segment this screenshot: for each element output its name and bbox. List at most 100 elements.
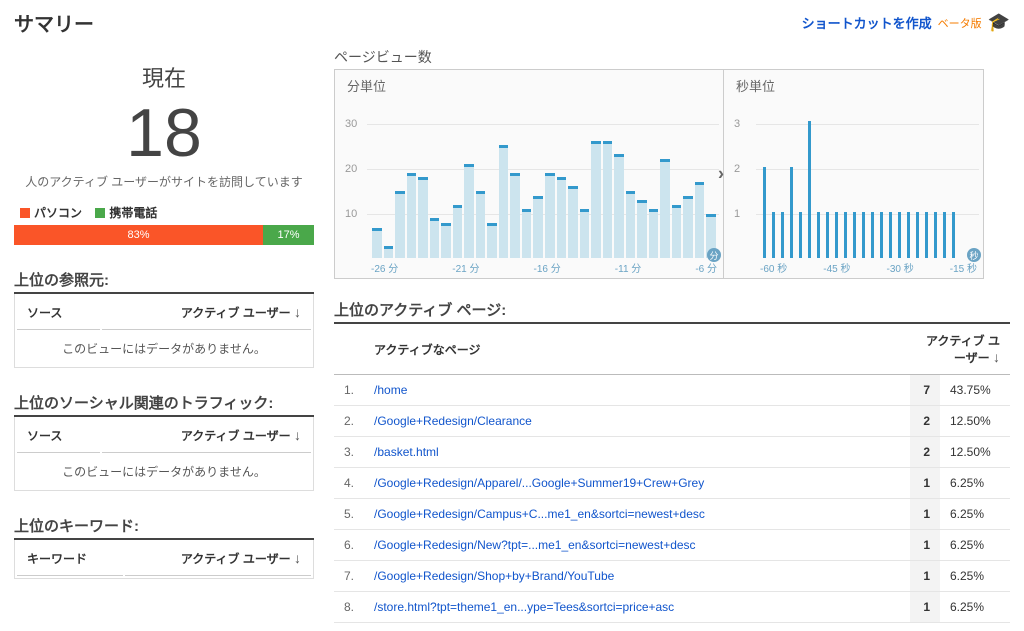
col-active-users[interactable]: アクティブ ユーザー ↓: [910, 324, 1010, 375]
user-pct: 12.50%: [940, 406, 1010, 437]
col-users[interactable]: アクティブ ユーザー ↓: [125, 542, 311, 576]
table-row: 5./Google+Redesign/Campus+C...me1_en&sor…: [334, 499, 1010, 530]
chart-bar: [453, 205, 463, 258]
chart-bar: [672, 205, 682, 258]
chart-bar: [580, 209, 590, 258]
chart-bar: [568, 186, 578, 258]
device-legend: パソコン 携帯電話: [20, 204, 314, 221]
user-pct: 6.25%: [940, 592, 1010, 623]
sort-desc-icon: ↓: [294, 427, 301, 443]
top-referrers-title: 上位の参照元:: [14, 269, 314, 294]
chart-bar: [649, 209, 659, 258]
table-row: 4./Google+Redesign/Apparel/...Google+Sum…: [334, 468, 1010, 499]
create-shortcut-link[interactable]: ショートカットを作成: [802, 13, 932, 32]
chart-bar: [781, 212, 784, 258]
unit-bubble-sec: 秒: [967, 248, 981, 262]
chart-bar: [889, 212, 892, 258]
chart-bar: [476, 191, 486, 258]
chart-bar: [384, 246, 394, 258]
chart-bar: [907, 212, 910, 258]
chart-bar: [871, 212, 874, 258]
table-row: 8./store.html?tpt=theme1_en...ype=Tees&s…: [334, 592, 1010, 623]
chart-per-minute: 分単位 30 20 10 -26 分-21 分-16 分-11 分-6 分 分 …: [334, 69, 724, 279]
chart-bar: [626, 191, 636, 258]
chart-bar: [591, 141, 601, 258]
chart-bar: [660, 159, 670, 258]
chart-bar: [545, 173, 555, 258]
top-active-pages-table: アクティブなページ アクティブ ユーザー ↓ 1./home743.75%2./…: [334, 324, 1010, 623]
now-label: 現在: [14, 61, 314, 93]
device-split-bar: 83% 17%: [14, 225, 314, 245]
chevron-right-icon[interactable]: ›: [718, 164, 724, 185]
chart-bar: [441, 223, 451, 258]
chart-bar: [533, 196, 543, 258]
device-seg-mobile: 17%: [263, 225, 314, 245]
legend-label-pc: パソコン: [34, 204, 82, 221]
col-active-page[interactable]: アクティブなページ: [364, 324, 910, 375]
page-path[interactable]: /Google+Redesign/Apparel/...Google+Summe…: [364, 468, 910, 499]
chart-bar: [418, 177, 428, 258]
col-source[interactable]: ソース: [17, 419, 100, 453]
table-row: 1./home743.75%: [334, 375, 1010, 406]
chart-bar: [695, 182, 705, 258]
table-row: 3./basket.html212.50%: [334, 437, 1010, 468]
user-pct: 43.75%: [940, 375, 1010, 406]
page-path[interactable]: /store.html?tpt=theme1_en...ype=Tees&sor…: [364, 592, 910, 623]
chart-bar: [862, 212, 865, 258]
page-path[interactable]: /Google+Redesign/Clearance: [364, 406, 910, 437]
chart-bar: [464, 164, 474, 258]
col-source[interactable]: ソース: [17, 296, 100, 330]
chart-bar: [557, 177, 567, 258]
active-users-subtext: 人のアクティブ ユーザーがサイトを訪問しています: [14, 173, 314, 190]
user-pct: 6.25%: [940, 468, 1010, 499]
user-pct: 6.25%: [940, 561, 1010, 592]
chart-bar: [772, 212, 775, 258]
page-path[interactable]: /basket.html: [364, 437, 910, 468]
col-users[interactable]: アクティブ ユーザー ↓: [102, 296, 311, 330]
pageviews-title: ページビュー数: [334, 47, 1010, 67]
user-pct: 6.25%: [940, 499, 1010, 530]
sort-desc-icon: ↓: [294, 550, 301, 566]
page-path[interactable]: /Google+Redesign/Shop+by+Brand/YouTube: [364, 561, 910, 592]
user-count: 1: [910, 499, 940, 530]
legend-swatch-mobile: [95, 208, 105, 218]
chart-bar: [683, 196, 693, 258]
table-row: 2./Google+Redesign/Clearance212.50%: [334, 406, 1010, 437]
chart-bar: [487, 223, 497, 258]
top-referrers-table: ソース アクティブ ユーザー ↓ このビューにはデータがありません。: [14, 294, 314, 368]
row-index: 2.: [334, 406, 364, 437]
chart-bar: [790, 167, 793, 258]
top-social-title: 上位のソーシャル関連のトラフィック:: [14, 392, 314, 417]
chart-bar: [614, 154, 624, 258]
user-pct: 12.50%: [940, 437, 1010, 468]
device-seg-pc: 83%: [14, 225, 263, 245]
sort-desc-icon: ↓: [294, 304, 301, 320]
chart-bar: [799, 212, 802, 258]
chart-bar: [835, 212, 838, 258]
no-data-msg: このビューにはデータがありません。: [17, 332, 311, 365]
user-count: 1: [910, 530, 940, 561]
user-count: 1: [910, 592, 940, 623]
chart-bar: [430, 218, 440, 258]
col-keyword[interactable]: キーワード: [17, 542, 123, 576]
chart-per-second-label: 秒単位: [736, 76, 775, 95]
top-active-pages-title: 上位のアクティブ ページ:: [334, 299, 1010, 324]
page-path[interactable]: /Google+Redesign/Campus+C...me1_en&sortc…: [364, 499, 910, 530]
row-index: 7.: [334, 561, 364, 592]
page-path[interactable]: /Google+Redesign/New?tpt=...me1_en&sortc…: [364, 530, 910, 561]
chart-per-minute-label: 分単位: [347, 76, 386, 95]
user-count: 1: [910, 561, 940, 592]
chart-bar: [853, 212, 856, 258]
user-count: 1: [910, 468, 940, 499]
chart-bar: [934, 212, 937, 258]
chart-bar: [510, 173, 520, 258]
chart-bar: [637, 200, 647, 258]
table-row: 7./Google+Redesign/Shop+by+Brand/YouTube…: [334, 561, 1010, 592]
chart-bar: [952, 212, 955, 258]
page-path[interactable]: /home: [364, 375, 910, 406]
row-index: 3.: [334, 437, 364, 468]
sort-desc-icon: ↓: [993, 349, 1000, 365]
col-users[interactable]: アクティブ ユーザー ↓: [102, 419, 311, 453]
row-index: 8.: [334, 592, 364, 623]
graduation-cap-icon[interactable]: 🎓: [988, 12, 1010, 33]
